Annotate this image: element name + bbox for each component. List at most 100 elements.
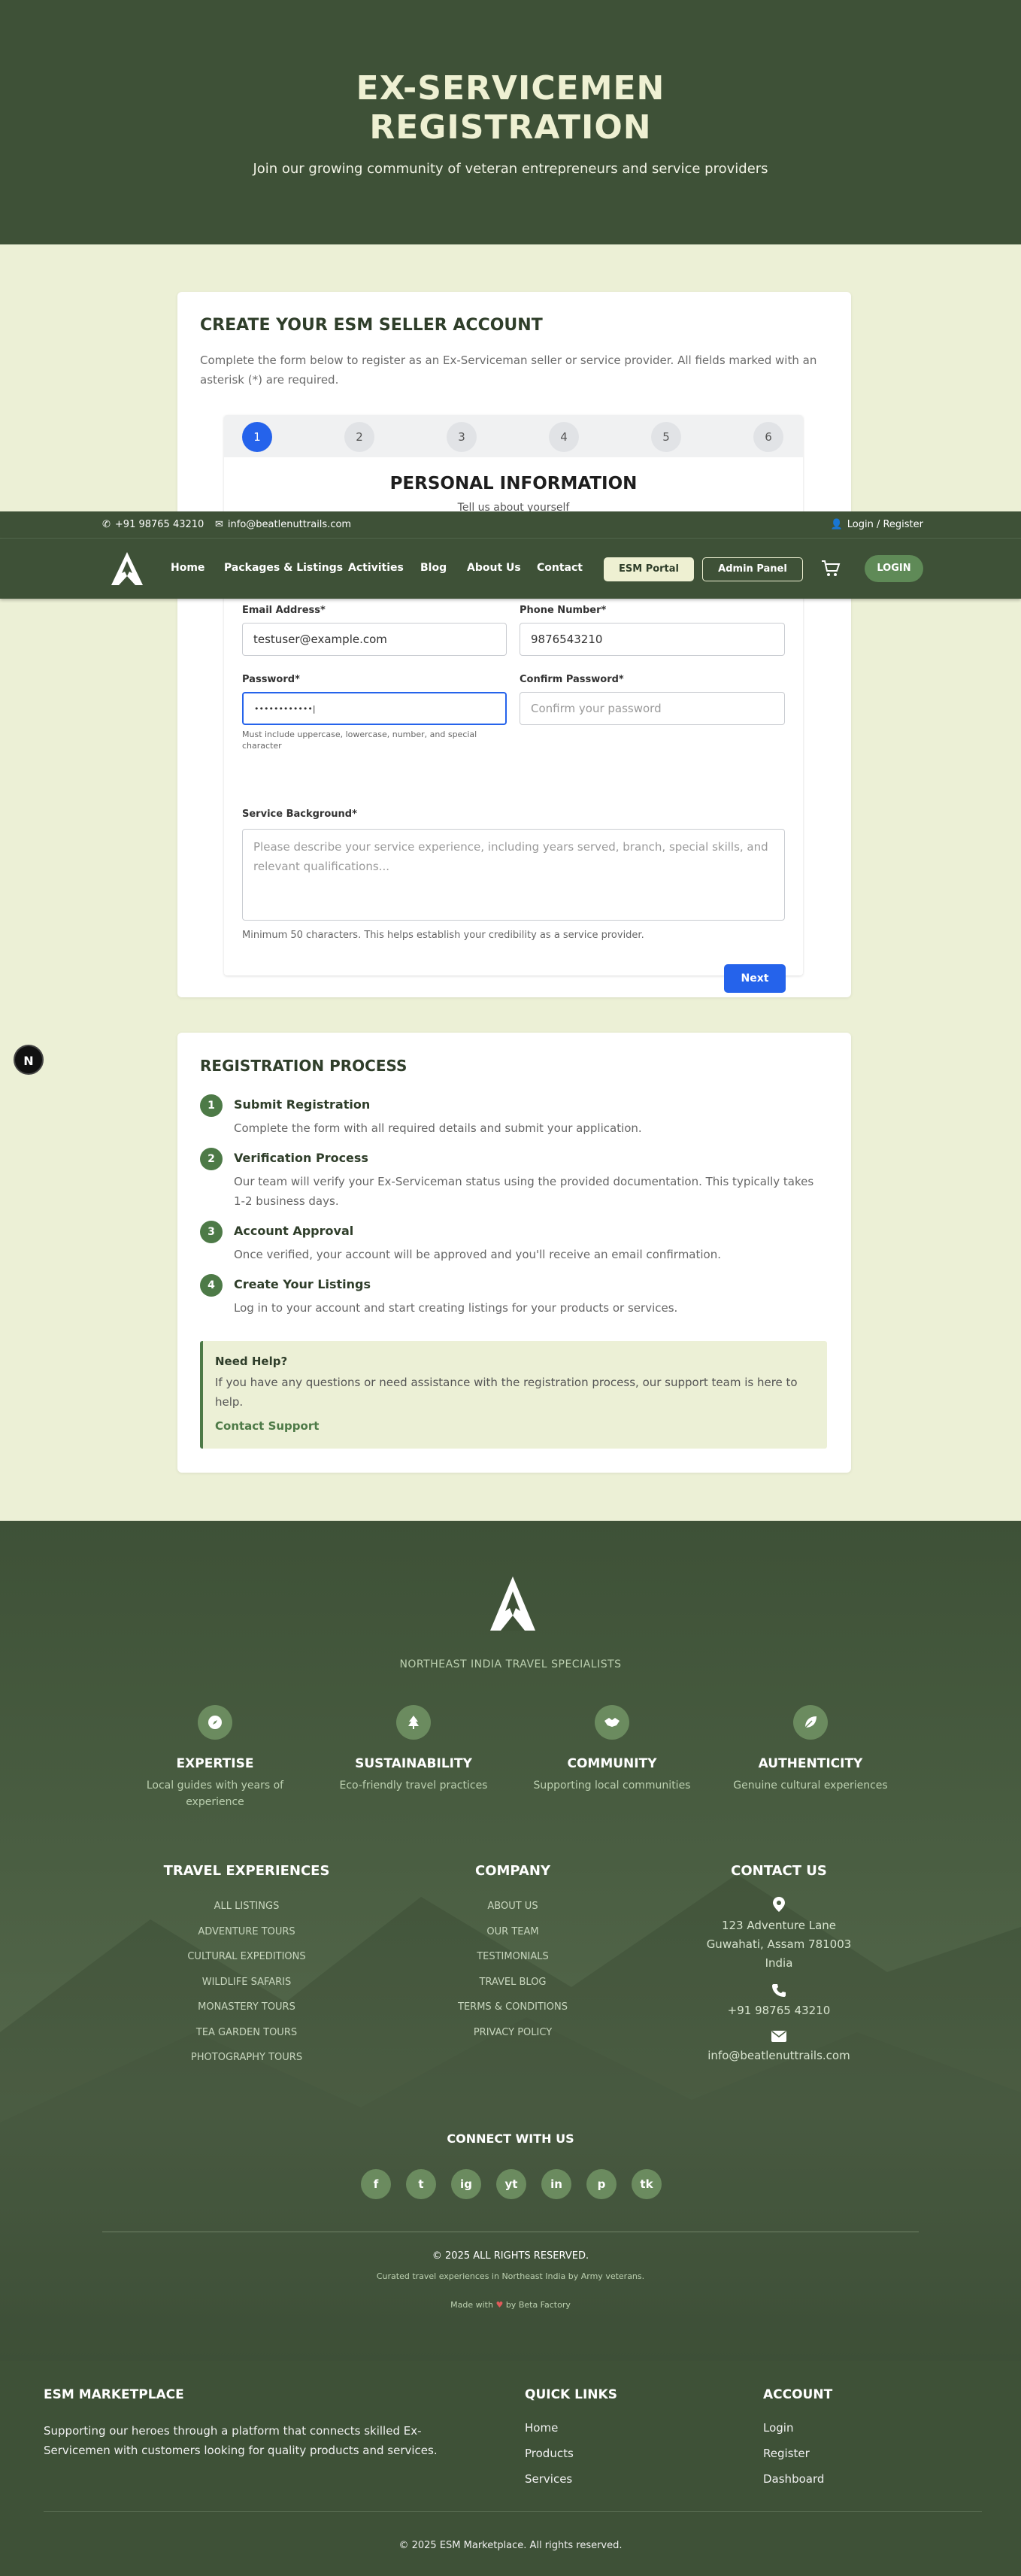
user-icon: 👤	[830, 519, 843, 530]
footer-link[interactable]: WILDLIFE SAFARIS	[119, 1977, 374, 2002]
travel-experiences-links: ALL LISTINGS ADVENTURE TOURS CULTURAL EX…	[119, 1901, 374, 2077]
nav-about[interactable]: About Us	[467, 562, 521, 574]
quick-links: Home Products Services	[525, 2421, 574, 2498]
feature-desc: Eco-friendly travel practices	[339, 1780, 488, 1792]
confirm-password-label: Confirm Password*	[520, 674, 624, 685]
feature-title: EXPERTISE	[176, 1756, 254, 1771]
footer-link[interactable]: OUR TEAM	[385, 1926, 641, 1952]
footer-link[interactable]: PHOTOGRAPHY TOURS	[119, 2052, 374, 2077]
account-link-dashboard[interactable]: Dashboard	[763, 2472, 824, 2498]
leaf-icon	[793, 1705, 828, 1740]
admin-panel-button[interactable]: Admin Panel	[702, 557, 803, 581]
footer-logo-icon[interactable]	[489, 1573, 537, 1634]
footer-link[interactable]: CULTURAL EXPEDITIONS	[119, 1951, 374, 1977]
tiktok-icon[interactable]: tk	[632, 2169, 662, 2199]
footer-link[interactable]: ALL LISTINGS	[119, 1901, 374, 1926]
next-button[interactable]: Next	[724, 964, 786, 993]
account-link-register[interactable]: Register	[763, 2447, 824, 2472]
password-label: Password*	[242, 674, 300, 685]
login-button[interactable]: LOGIN	[865, 555, 923, 582]
footer-link[interactable]: TEA GARDEN TOURS	[119, 2027, 374, 2053]
footer-copyright: © 2025 ALL RIGHTS RESERVED.	[432, 2250, 589, 2262]
feature-desc: Local guides with years of experience	[146, 1780, 284, 1808]
contact-support-link[interactable]: Contact Support	[215, 1419, 319, 1433]
step-3[interactable]: 3	[447, 422, 477, 452]
footer-curated: Curated travel experiences in Northeast …	[376, 2271, 645, 2281]
quick-link-services[interactable]: Services	[525, 2472, 574, 2498]
footer-phone[interactable]: +91 98765 43210	[651, 2001, 907, 2020]
confirm-password-field[interactable]: Confirm your password	[520, 692, 785, 725]
hero-banner: EX-SERVICEMEN REGISTRATION Join our grow…	[0, 0, 1021, 244]
page-title: EX-SERVICEMEN REGISTRATION	[0, 69, 1021, 147]
esm-portal-button[interactable]: ESM Portal	[604, 557, 694, 581]
nav-packages[interactable]: Packages & Listings	[224, 562, 343, 574]
phone-icon	[772, 1984, 786, 1997]
nav-home[interactable]: Home	[171, 562, 205, 574]
feature-title: SUSTAINABILITY	[355, 1756, 472, 1771]
title-line-1: EX-SERVICEMEN	[356, 69, 665, 108]
twitter-icon[interactable]: t	[406, 2169, 436, 2199]
topbar-email-text: info@beatlenuttrails.com	[227, 519, 352, 530]
step-1[interactable]: 1	[242, 422, 272, 452]
footer-email[interactable]: info@beatlenuttrails.com	[651, 2047, 907, 2065]
phone-icon: ✆	[102, 519, 111, 530]
cart-icon[interactable]	[821, 560, 841, 578]
help-box: Need Help? If you have any questions or …	[200, 1341, 827, 1449]
registration-process-card: REGISTRATION PROCESS 1 Submit Registrati…	[177, 1033, 851, 1473]
step-5[interactable]: 5	[651, 422, 681, 452]
made-suffix[interactable]: by Beta Factory	[506, 2300, 571, 2310]
process-title: REGISTRATION PROCESS	[200, 1057, 407, 1075]
brand-logo-icon[interactable]	[110, 551, 144, 587]
footer-link[interactable]: ADVENTURE TOURS	[119, 1926, 374, 1952]
company-links: ABOUT US OUR TEAM TESTIMONIALS TRAVEL BL…	[385, 1901, 641, 2052]
top-contact-bar: ✆ +91 98765 43210 ✉ info@beatlenuttrails.c…	[0, 511, 1021, 539]
process-step-number: 4	[200, 1274, 223, 1297]
nav-blog[interactable]: Blog	[420, 562, 447, 574]
account-link-login[interactable]: Login	[763, 2421, 824, 2447]
step-4[interactable]: 4	[549, 422, 579, 452]
process-step-title: Create Your Listings	[234, 1277, 371, 1291]
made-prefix: Made with	[450, 2300, 493, 2310]
phone-label: Phone Number*	[520, 605, 607, 616]
floating-dev-badge[interactable]: N	[14, 1045, 44, 1075]
facebook-icon[interactable]: f	[361, 2169, 391, 2199]
topbar-email[interactable]: ✉ info@beatlenuttrails.com	[215, 519, 351, 530]
footer-link[interactable]: TERMS & CONDITIONS	[385, 2001, 641, 2027]
footer-link[interactable]: MONASTERY TOURS	[119, 2001, 374, 2027]
nav-activities[interactable]: Activities	[348, 562, 404, 574]
step-6[interactable]: 6	[753, 422, 783, 452]
account-title: ACCOUNT	[763, 2387, 833, 2402]
service-background-textarea[interactable]: Please describe your service experience,…	[242, 829, 785, 921]
process-step-number: 2	[200, 1148, 223, 1170]
process-step-title: Account Approval	[234, 1224, 354, 1238]
footer-link[interactable]: ABOUT US	[385, 1901, 641, 1926]
phone-field[interactable]: 9876543210	[520, 623, 785, 656]
address-line-3: India	[765, 1956, 793, 1970]
email-field[interactable]: testuser@example.com	[242, 623, 507, 656]
footer-link[interactable]: PRIVACY POLICY	[385, 2027, 641, 2053]
instagram-icon[interactable]: ig	[451, 2169, 481, 2199]
account-links: Login Register Dashboard	[763, 2421, 824, 2498]
footer-link[interactable]: TRAVEL BLOG	[385, 1977, 641, 2002]
map-pin-icon	[773, 1897, 785, 1912]
contact-info: 123 Adventure Lane Guwahati, Assam 78100…	[651, 1897, 907, 2065]
section-title: PERSONAL INFORMATION	[389, 474, 638, 493]
footer2-divider	[44, 2511, 982, 2512]
footer-tagline: NORTHEAST INDIA TRAVEL SPECIALISTS	[399, 1658, 622, 1670]
linkedin-icon[interactable]: in	[541, 2169, 571, 2199]
footer-link[interactable]: TESTIMONIALS	[385, 1951, 641, 1977]
youtube-icon[interactable]: yt	[496, 2169, 526, 2199]
process-step-desc: Once verified, your account will be appr…	[234, 1248, 722, 1261]
marketplace-brand: ESM MARKETPLACE	[44, 2387, 184, 2402]
password-field[interactable]: ••••••••••••|	[242, 692, 507, 725]
topbar-phone[interactable]: ✆ +91 98765 43210	[102, 519, 204, 530]
nav-contact[interactable]: Contact	[537, 562, 583, 574]
social-links: f t ig yt in p tk	[361, 2169, 662, 2199]
topbar-login-link[interactable]: 👤 Login / Register	[831, 519, 923, 530]
pinterest-icon[interactable]: p	[586, 2169, 617, 2199]
quick-link-products[interactable]: Products	[525, 2447, 574, 2472]
quick-link-home[interactable]: Home	[525, 2421, 574, 2447]
registration-form-card: CREATE YOUR ESM SELLER ACCOUNT Complete …	[177, 292, 851, 997]
help-desc: If you have any questions or need assist…	[215, 1376, 798, 1409]
step-2[interactable]: 2	[344, 422, 374, 452]
